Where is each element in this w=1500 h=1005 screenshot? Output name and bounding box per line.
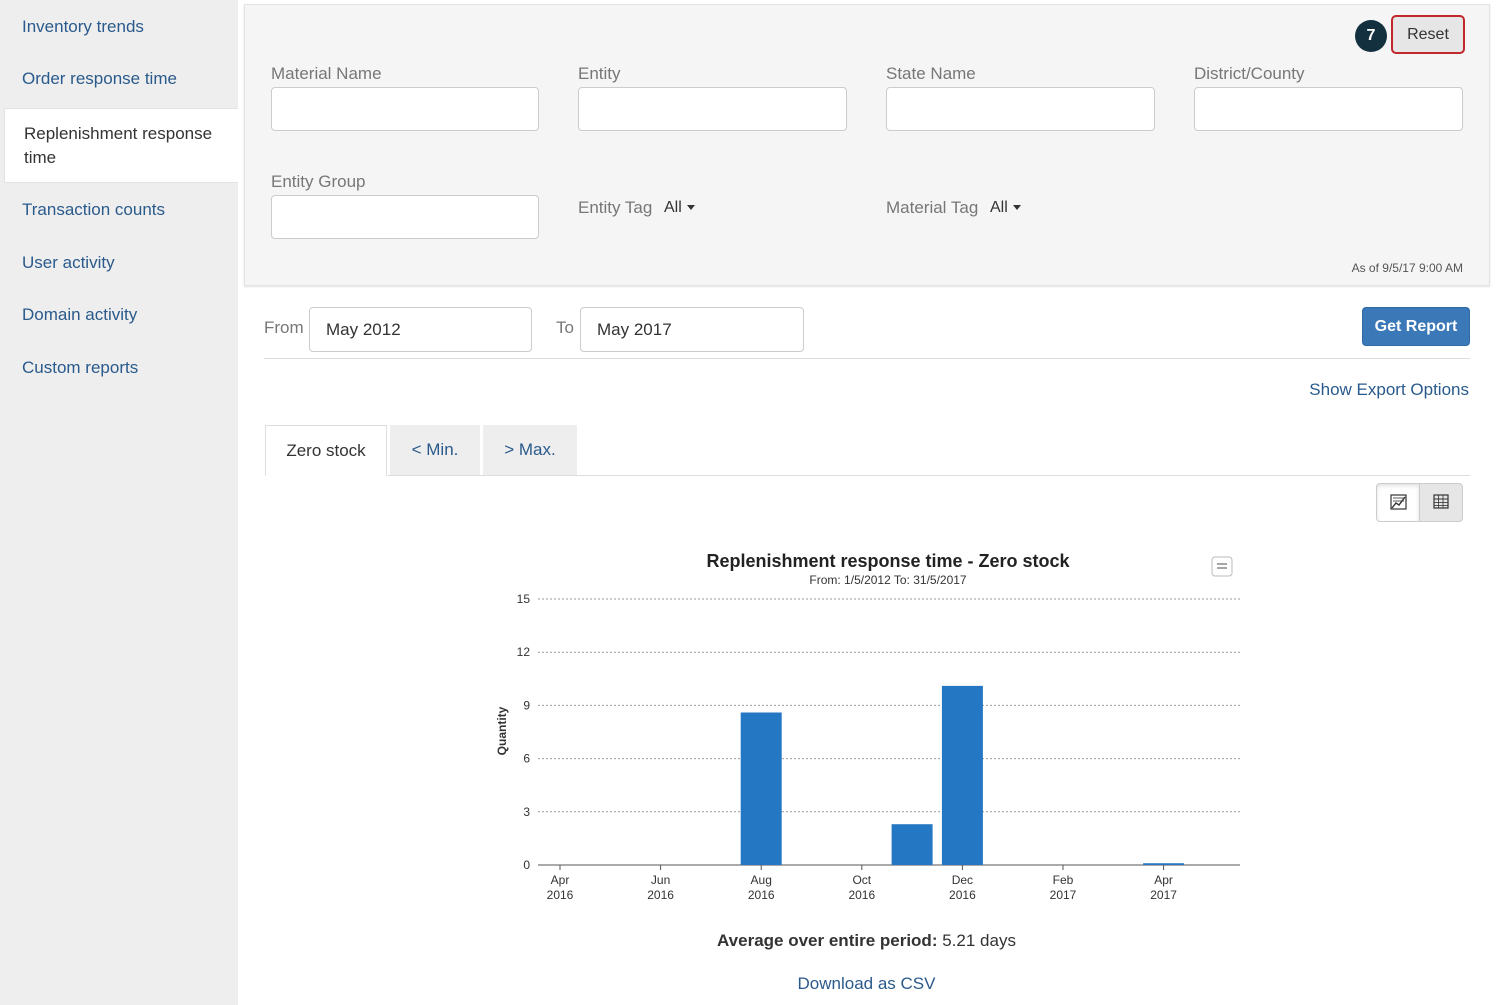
- x-tick-label: Oct: [852, 873, 871, 887]
- sidebar-item-transaction-counts[interactable]: Transaction counts: [0, 199, 238, 221]
- caret-down-icon: [686, 205, 695, 211]
- y-axis-label: Quantity: [495, 706, 509, 755]
- x-tick-label: Feb: [1053, 873, 1074, 887]
- to-label: To: [556, 318, 574, 337]
- x-tick-label: 2016: [848, 888, 875, 902]
- to-date-input[interactable]: [580, 307, 804, 352]
- sidebar-item-domain-activity[interactable]: Domain activity: [0, 304, 238, 326]
- sidebar: Inventory trends Order response time Rep…: [0, 0, 238, 1005]
- state-name-input[interactable]: [886, 87, 1155, 131]
- from-label: From: [264, 318, 304, 337]
- tab-min[interactable]: < Min.: [390, 425, 480, 476]
- bar[interactable]: [941, 685, 983, 865]
- y-tick-label: 12: [517, 645, 531, 659]
- x-tick-label: Jun: [651, 873, 670, 887]
- bar-series: [740, 685, 1185, 865]
- chart-title: Replenishment response time - Zero stock: [706, 551, 1070, 571]
- table-icon: [1433, 494, 1449, 509]
- y-tick-label: 15: [517, 592, 531, 606]
- material-tag-label: Material Tag: [886, 198, 979, 217]
- sidebar-item-user-activity[interactable]: User activity: [0, 252, 238, 274]
- tab-zero-stock[interactable]: Zero stock: [265, 425, 387, 476]
- average-summary: Average over entire period: 5.21 days: [0, 931, 1500, 951]
- replenishment-chart: Replenishment response time - Zero stock…: [495, 551, 1240, 902]
- material-name-input[interactable]: [271, 87, 539, 131]
- sidebar-item-inventory-trends[interactable]: Inventory trends: [0, 16, 238, 38]
- material-tag-dropdown[interactable]: All: [990, 199, 1021, 217]
- axis-ticks: 03691215Apr2016Jun2016Aug2016Oct2016Dec2…: [517, 592, 1178, 902]
- filter-panel: [244, 4, 1490, 286]
- x-tick-label: Aug: [751, 873, 772, 887]
- as-of-timestamp: As of 9/5/17 9:00 AM: [1351, 261, 1463, 275]
- get-report-button[interactable]: Get Report: [1362, 307, 1470, 346]
- entity-input[interactable]: [578, 87, 847, 131]
- entity-group-label: Entity Group: [271, 172, 366, 191]
- y-tick-label: 0: [523, 858, 530, 872]
- x-tick-label: Apr: [1154, 873, 1173, 887]
- entity-group-input[interactable]: [271, 195, 539, 239]
- x-tick-label: 2016: [547, 888, 574, 902]
- show-export-options-link[interactable]: Show Export Options: [1309, 380, 1469, 400]
- average-value: 5.21 days: [942, 931, 1016, 950]
- chart-icon: [1390, 494, 1407, 510]
- divider: [264, 358, 1470, 359]
- bar[interactable]: [740, 712, 782, 865]
- sidebar-item-order-response-time[interactable]: Order response time: [0, 68, 238, 90]
- download-csv-link[interactable]: Download as CSV: [0, 974, 1500, 994]
- bar[interactable]: [891, 824, 933, 865]
- y-tick-label: 6: [523, 752, 530, 766]
- step-badge: 7: [1355, 20, 1387, 52]
- district-county-input[interactable]: [1194, 87, 1463, 131]
- material-name-label: Material Name: [271, 64, 382, 83]
- chart-menu-button[interactable]: [1211, 556, 1233, 577]
- chart-view-toggle[interactable]: [1376, 483, 1420, 522]
- y-tick-label: 3: [523, 805, 530, 819]
- chart-subtitle: From: 1/5/2012 To: 31/5/2017: [809, 573, 967, 587]
- x-tick-label: Dec: [952, 873, 973, 887]
- bar[interactable]: [1143, 863, 1185, 865]
- sidebar-item-label: Replenishment response time: [24, 124, 213, 167]
- tab-max[interactable]: > Max.: [483, 425, 577, 476]
- average-label: Average over entire period:: [717, 931, 938, 950]
- tab-divider: [387, 475, 1470, 476]
- y-tick-label: 9: [523, 698, 530, 712]
- from-date-input[interactable]: [309, 307, 532, 352]
- x-tick-label: 2016: [949, 888, 976, 902]
- table-view-toggle[interactable]: [1419, 483, 1463, 522]
- district-county-label: District/County: [1194, 64, 1305, 83]
- grid-lines: [538, 598, 1240, 866]
- sidebar-item-replenishment-response-time[interactable]: Replenishment response time: [4, 108, 238, 183]
- material-tag-value: All: [990, 199, 1008, 216]
- entity-tag-dropdown[interactable]: All: [664, 199, 695, 217]
- x-tick-label: 2017: [1050, 888, 1077, 902]
- reset-button[interactable]: Reset: [1391, 15, 1465, 54]
- state-name-label: State Name: [886, 64, 976, 83]
- caret-down-icon: [1012, 205, 1021, 211]
- entity-tag-value: All: [664, 199, 682, 216]
- entity-label: Entity: [578, 64, 621, 83]
- x-tick-label: 2017: [1150, 888, 1177, 902]
- x-tick-label: 2016: [647, 888, 674, 902]
- x-tick-label: 2016: [748, 888, 775, 902]
- sidebar-item-custom-reports[interactable]: Custom reports: [0, 357, 238, 379]
- entity-tag-label: Entity Tag: [578, 198, 653, 217]
- x-tick-label: Apr: [551, 873, 570, 887]
